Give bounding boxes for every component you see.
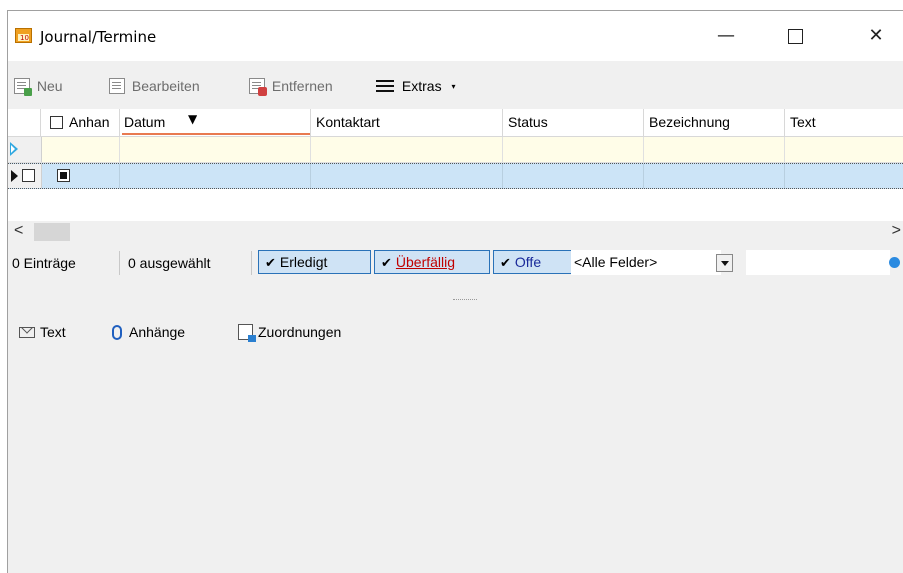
tab-assignments[interactable]: Zuordnungen [238,321,341,343]
column-header-datum[interactable]: Datum ▼ [120,109,311,136]
search-input[interactable] [746,250,890,275]
splitter-handle[interactable] [453,299,477,301]
new-document-icon [14,78,32,96]
window-title: Journal/Termine [40,28,157,46]
column-label-text: Text [790,114,816,130]
scroll-left-arrow-icon[interactable]: < [14,222,23,240]
select-all-checkbox[interactable] [50,116,63,129]
toolbar: Neu Bearbeiten Entfernen Extras ▾ [8,72,903,98]
new-button-label: Neu [36,78,63,94]
column-header-text[interactable]: Text [785,109,903,136]
column-header-bezeichnung[interactable]: Bezeichnung [644,109,785,136]
filter-cell-anhang[interactable] [41,137,120,162]
maximize-button[interactable] [772,21,818,51]
edit-button[interactable]: Bearbeiten [109,76,200,96]
journal-grid: Anhan Datum ▼ Kontaktart Status Bezeichn… [8,109,903,221]
filter-done-label: Erledigt [279,254,328,270]
attachment-checkbox[interactable] [57,169,70,182]
field-select[interactable]: <Alle Felder> [571,250,721,275]
extras-menu-button[interactable]: Extras ▾ [376,76,455,96]
edit-document-icon [109,78,125,94]
maximize-icon [787,28,803,44]
check-icon: ✔ [500,256,511,271]
entries-count: 0 Einträge [8,251,120,275]
tab-attachments[interactable]: Anhänge [112,321,185,343]
check-icon: ✔ [381,256,392,271]
filter-cell-datum[interactable] [120,137,311,162]
hamburger-menu-icon [376,80,394,92]
check-icon: ✔ [265,256,276,271]
row-cell-status[interactable] [503,164,644,188]
selected-count: 0 ausgewählt [124,251,252,275]
row-cell-anhang[interactable] [41,164,120,188]
filter-row[interactable] [8,137,903,163]
filter-row-arrow-icon [10,142,18,156]
filter-cell-kontaktart[interactable] [311,137,503,162]
sort-indicator-underline [122,133,310,135]
calendar-app-icon: 10 [15,28,32,43]
table-row[interactable] [8,163,903,189]
field-select-dropdown-button[interactable] [716,254,733,272]
column-label-kontaktart: Kontaktart [316,114,380,130]
row-cell-datum[interactable] [120,164,311,188]
column-label-bezeichnung: Bezeichnung [649,114,730,130]
minimize-button[interactable]: — [703,21,749,51]
delete-document-icon [249,78,267,96]
column-label-status: Status [508,114,548,130]
column-label-datum: Datum [124,114,166,130]
scroll-right-arrow-icon[interactable]: > [892,222,901,240]
new-button[interactable]: Neu [14,76,63,96]
header-indicator-cell [8,109,41,136]
row-cell-bezeichnung[interactable] [644,164,785,188]
row-cell-kontaktart[interactable] [311,164,503,188]
tab-text[interactable]: Text [19,321,66,343]
tab-assignments-label: Zuordnungen [258,324,342,340]
filter-done-toggle[interactable]: ✔ Erledigt [258,250,371,274]
delete-button[interactable]: Entfernen [249,76,333,96]
title-bar: 10 Journal/Termine — ✕ [8,11,903,61]
close-button[interactable]: ✕ [853,21,899,51]
filter-cell-status[interactable] [503,137,644,162]
row-select-checkbox[interactable] [22,169,35,182]
filter-row-indicator [8,137,42,162]
filter-open-label: Offe [514,254,542,270]
status-bar: 0 Einträge 0 ausgewählt ✔ Erledigt ✔ Überf… [8,247,903,277]
horizontal-scrollbar[interactable]: < > [8,221,903,243]
column-label-anhang: Anhan [69,114,110,130]
column-header-kontaktart[interactable]: Kontaktart [311,109,503,136]
grid-header-row: Anhan Datum ▼ Kontaktart Status Bezeichn… [8,109,903,137]
assignment-icon [238,324,256,342]
tab-text-label: Text [40,324,66,340]
filter-cell-bezeichnung[interactable] [644,137,785,162]
globe-icon[interactable] [889,257,900,268]
column-header-anhang[interactable]: Anhan [41,109,120,136]
filter-overdue-toggle[interactable]: ✔ Überfällig [374,250,490,274]
filter-open-toggle[interactable]: ✔ Offe [493,250,573,274]
current-row-arrow-icon [11,170,18,182]
delete-button-label: Entfernen [271,78,333,94]
edit-button-label: Bearbeiten [131,78,200,94]
detail-tabs: Text Anhänge Zuordnungen [8,319,903,343]
dropdown-arrow-icon: ▾ [451,82,456,91]
extras-label: Extras [401,78,442,94]
scroll-thumb[interactable] [34,223,70,241]
paperclip-icon [112,325,122,340]
journal-window: 10 Journal/Termine — ✕ Neu Bearbeiten En… [7,10,903,573]
sort-descending-icon: ▼ [188,112,198,126]
filter-overdue-label: Überfällig [395,254,456,270]
field-select-value: <Alle Felder> [574,254,658,270]
tab-attachments-label: Anhänge [129,324,186,340]
envelope-icon [19,327,35,338]
row-indicator [8,164,42,188]
column-header-status[interactable]: Status [503,109,644,136]
